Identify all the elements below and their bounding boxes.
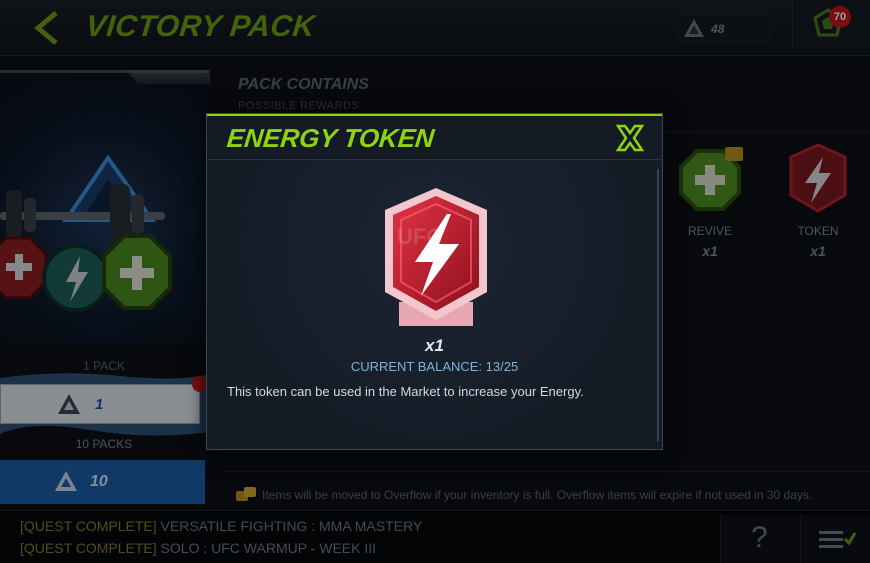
dialog-scrollbar[interactable]	[657, 169, 659, 441]
token-quantity: x1	[425, 336, 444, 355]
token-description: This token can be used in the Market to …	[227, 384, 584, 399]
current-balance: CURRENT BALANCE: 13/25	[350, 359, 519, 374]
energy-token-dialog: ENERGY TOKEN UFC x1 CURRENT BALANCE: 13/…	[206, 113, 663, 450]
close-icon[interactable]	[615, 124, 645, 152]
energy-token-icon: UFC	[385, 188, 487, 326]
dialog-title: ENERGY TOKEN	[225, 123, 436, 153]
dialog-header: ENERGY TOKEN	[207, 116, 662, 160]
